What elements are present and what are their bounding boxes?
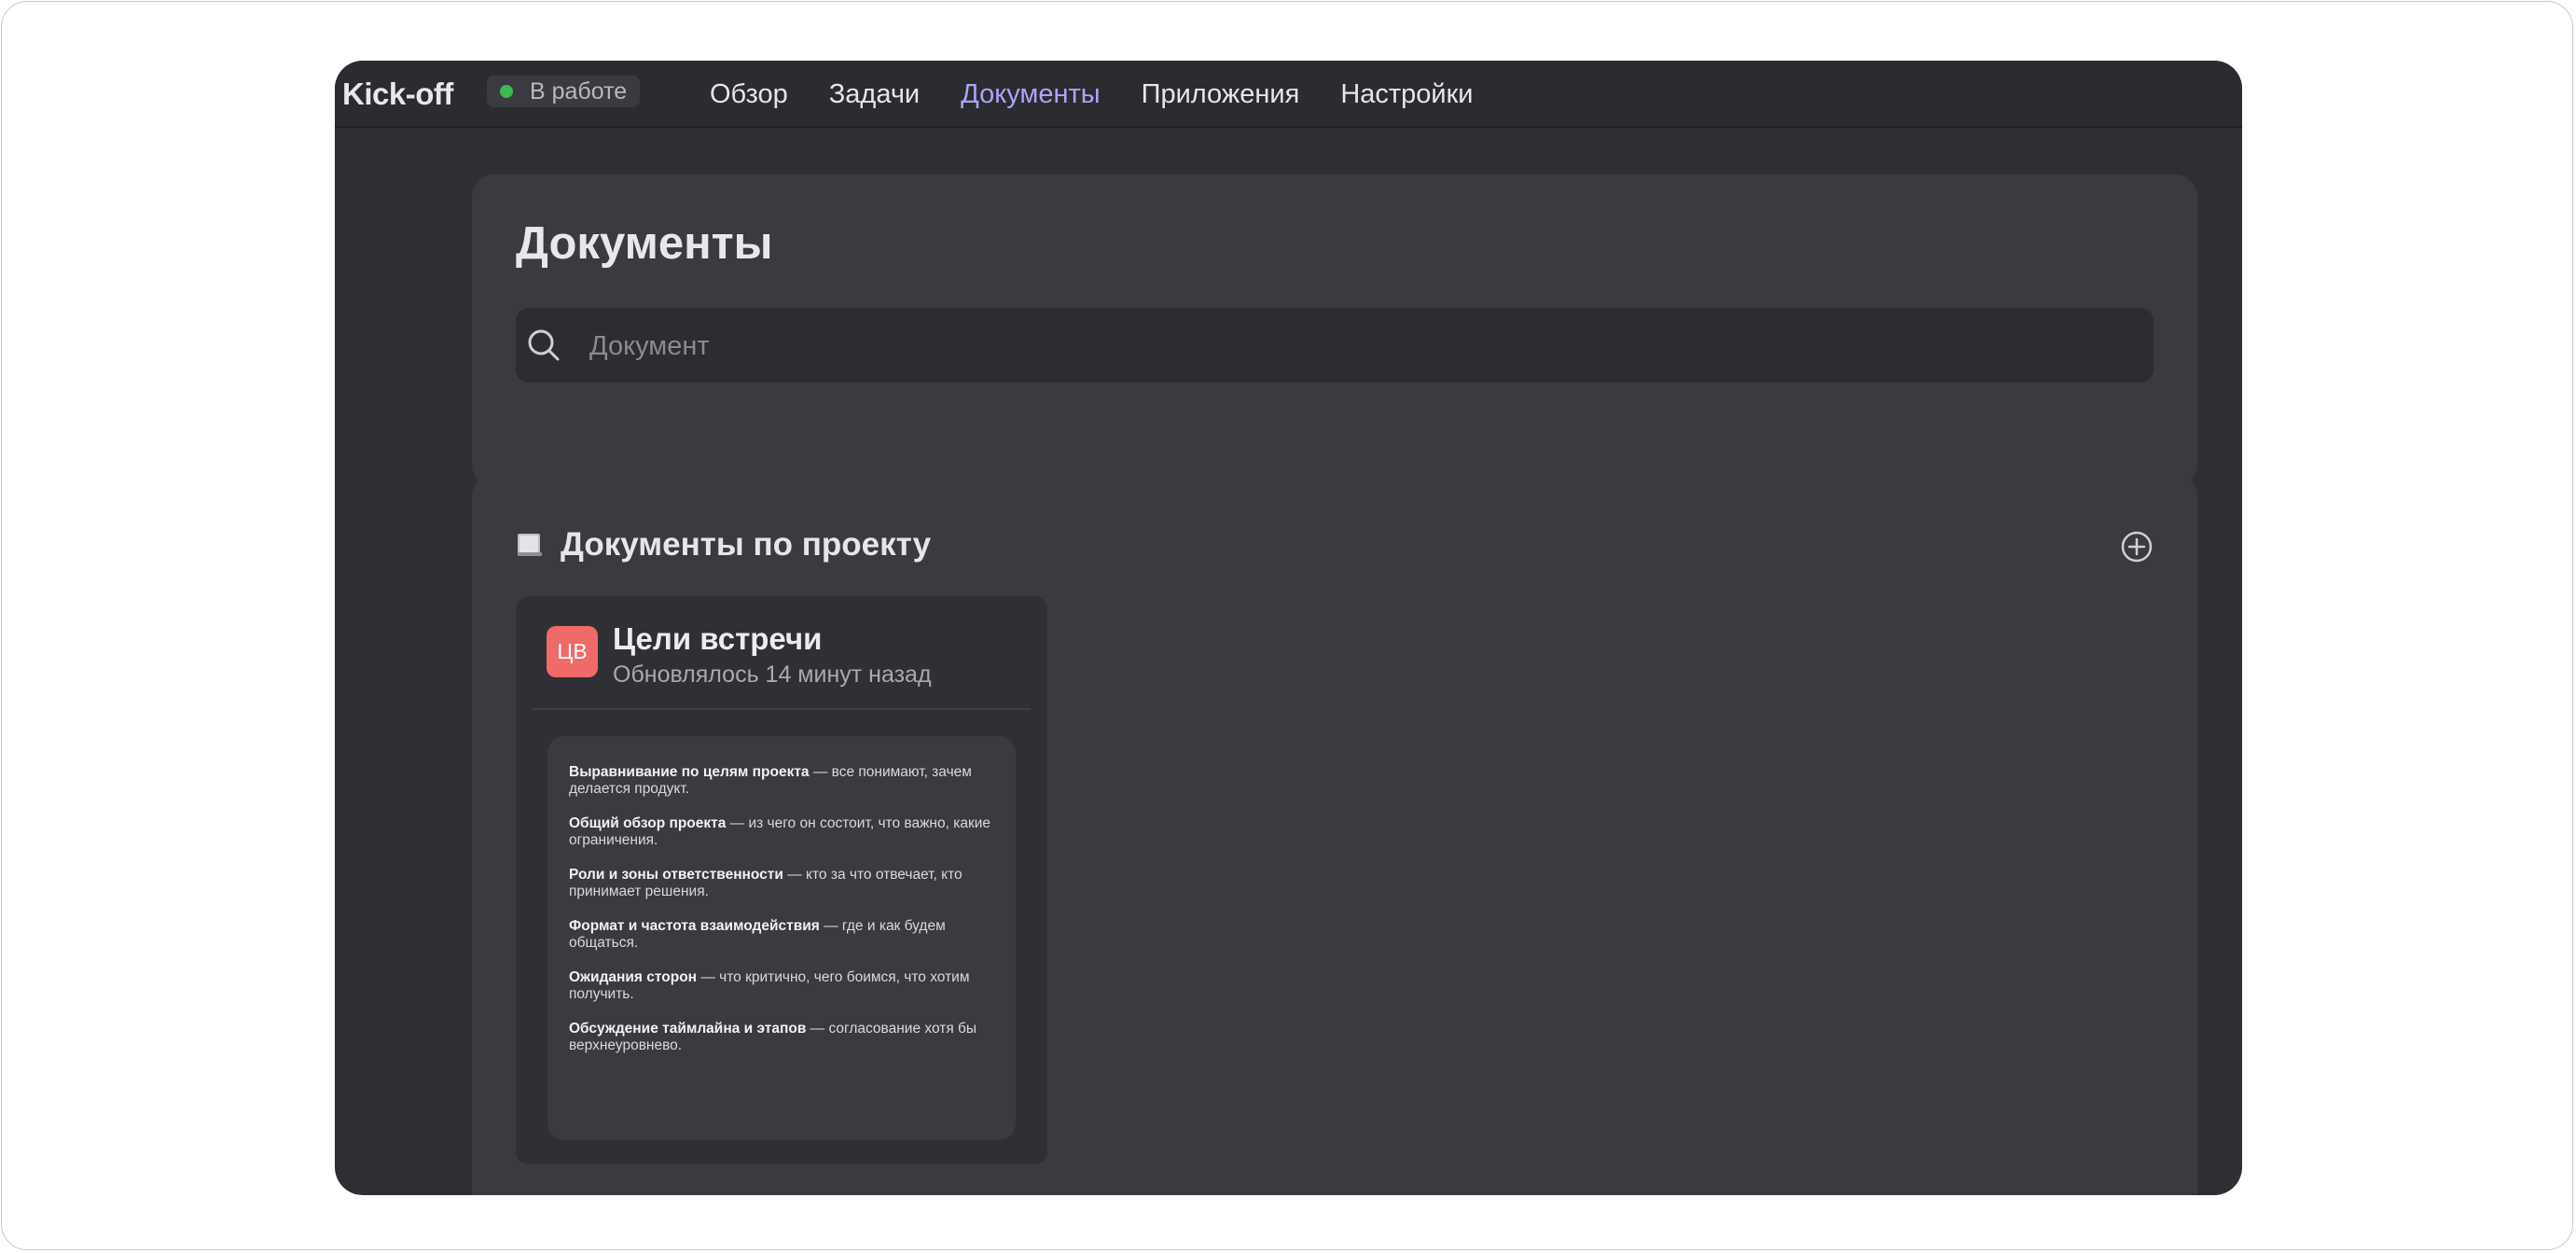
preview-item: Общий обзор проекта — из чего он состоит… (569, 815, 1004, 849)
document-card[interactable]: ЦВ Цели встречи Обновлялось 14 минут наз… (516, 596, 1047, 1164)
status-dot-icon (500, 85, 513, 98)
tab-tasks[interactable]: Задачи (829, 79, 920, 110)
preview-item: Роли и зоны ответственности — кто за что… (569, 867, 1004, 900)
preview-item: Обсуждение таймлайна и этапов — согласов… (569, 1021, 1004, 1054)
search-icon (528, 329, 560, 361)
document-title[interactable]: Цели встречи (613, 620, 822, 658)
main-nav: Обзор Задачи Документы Приложения Настро… (710, 61, 1515, 128)
section-title: Документы по проекту (561, 526, 932, 563)
preview-item-bold: Общий обзор проекта (569, 815, 727, 831)
top-bar: Kick-off В работе Обзор Задачи Документы… (335, 61, 2242, 128)
documents-header-panel: Документы (472, 174, 2197, 487)
app-window: Kick-off В работе Обзор Задачи Документы… (335, 61, 2242, 1195)
tab-documents[interactable]: Документы (961, 79, 1101, 110)
preview-item: Выравнивание по целям проекта — все пони… (569, 764, 1004, 798)
tab-apps[interactable]: Приложения (1142, 79, 1300, 110)
preview-item-bold: Выравнивание по целям проекта (569, 764, 810, 780)
preview-item: Формат и частота взаимодействия — где и … (569, 918, 1004, 952)
tab-overview[interactable]: Обзор (710, 79, 788, 110)
page-title: Документы (516, 218, 773, 269)
document-preview[interactable]: Выравнивание по целям проекта — все пони… (547, 736, 1016, 1140)
search-box[interactable] (516, 308, 2154, 384)
document-avatar: ЦВ (547, 626, 598, 677)
preview-item-bold: Формат и частота взаимодействия (569, 918, 820, 934)
add-document-button[interactable] (2120, 530, 2154, 564)
preview-item-bold: Ожидания сторон (569, 969, 698, 985)
search-input[interactable] (588, 308, 2130, 384)
card-divider (533, 708, 1031, 710)
preview-item: Ожидания сторон — что критично, чего бои… (569, 969, 1004, 1003)
book-icon (518, 534, 542, 556)
screen-frame: Kick-off В работе Обзор Задачи Документы… (1, 1, 2573, 1250)
status-badge[interactable]: В работе (487, 76, 641, 107)
tab-settings[interactable]: Настройки (1340, 79, 1473, 110)
preview-list: Выравнивание по целям проекта — все пони… (569, 764, 1004, 1072)
document-updated: Обновлялось 14 минут назад (613, 661, 932, 688)
status-label: В работе (530, 77, 628, 104)
project-documents-panel: Документы по проекту ЦВ Цели встречи Обн… (472, 474, 2197, 1195)
preview-item-bold: Роли и зоны ответственности (569, 867, 783, 883)
project-title[interactable]: Kick-off (342, 70, 453, 118)
preview-item-bold: Обсуждение таймлайна и этапов (569, 1021, 807, 1037)
